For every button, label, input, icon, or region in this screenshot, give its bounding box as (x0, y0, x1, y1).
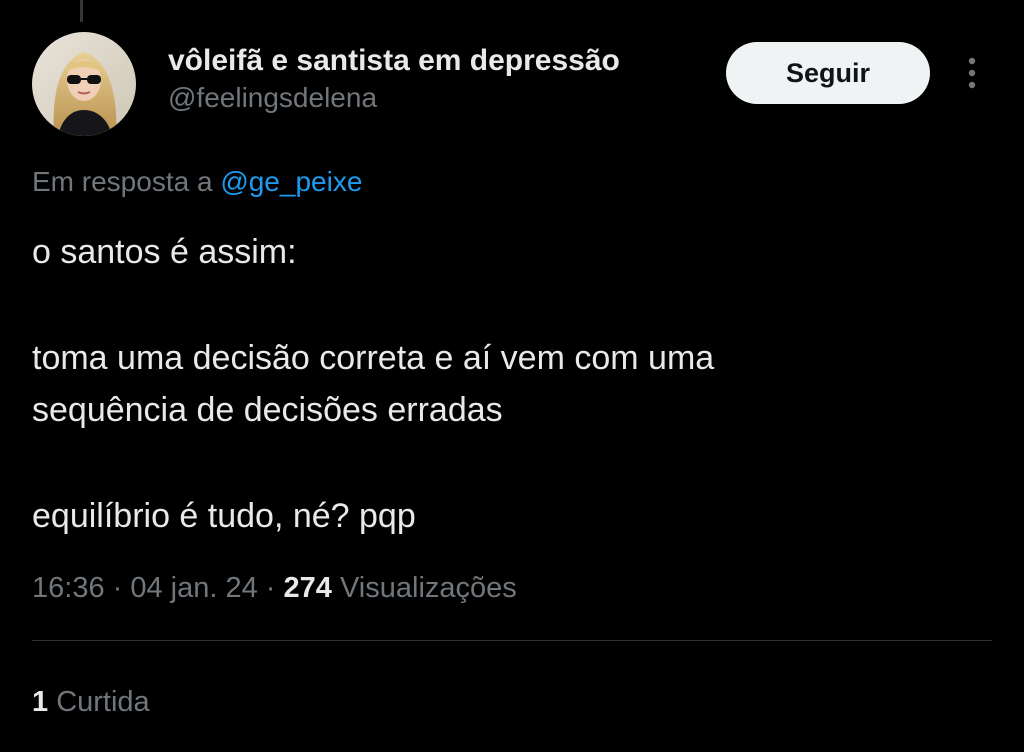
follow-button[interactable]: Seguir (726, 42, 930, 104)
avatar-image (32, 32, 136, 136)
likes-stat[interactable]: 1 Curtida (32, 682, 150, 722)
views-count[interactable]: 274 (284, 572, 332, 604)
reply-mention-link[interactable]: @ge_peixe (220, 166, 362, 197)
reply-context: Em resposta a @ge_peixe (32, 164, 362, 200)
thread-connector-line (80, 0, 83, 22)
tweet-text: o santos é assim: toma uma decisão corre… (32, 226, 992, 542)
tweet-line: o santos é assim: (32, 233, 297, 271)
likes-count: 1 (32, 686, 49, 718)
meta-separator: · (257, 572, 284, 604)
author-handle[interactable]: @feelingsdelena (168, 80, 620, 116)
tweet-time[interactable]: 16:36 (32, 572, 105, 604)
meta-separator: · (104, 572, 131, 604)
avatar[interactable] (32, 32, 136, 136)
more-options-button[interactable] (954, 50, 990, 96)
tweet-line: toma uma decisão correta e aí vem com um… (32, 339, 715, 377)
views-label[interactable]: Visualizações (332, 572, 517, 604)
tweet-line: sequência de decisões erradas (32, 391, 503, 429)
tweet-metadata: 16:36 · 04 jan. 24 · 274 Visualizações (32, 568, 517, 608)
divider (32, 640, 992, 641)
reply-prefix: Em resposta a (32, 166, 221, 197)
author-info[interactable]: vôleifã e santista em depressão @feeling… (168, 42, 620, 116)
likes-label: Curtida (48, 686, 150, 718)
author-display-name[interactable]: vôleifã e santista em depressão (168, 42, 620, 80)
more-vertical-icon (968, 57, 976, 89)
tweet-line: equilíbrio é tudo, né? pqp (32, 497, 416, 535)
tweet-date[interactable]: 04 jan. 24 (130, 572, 257, 604)
